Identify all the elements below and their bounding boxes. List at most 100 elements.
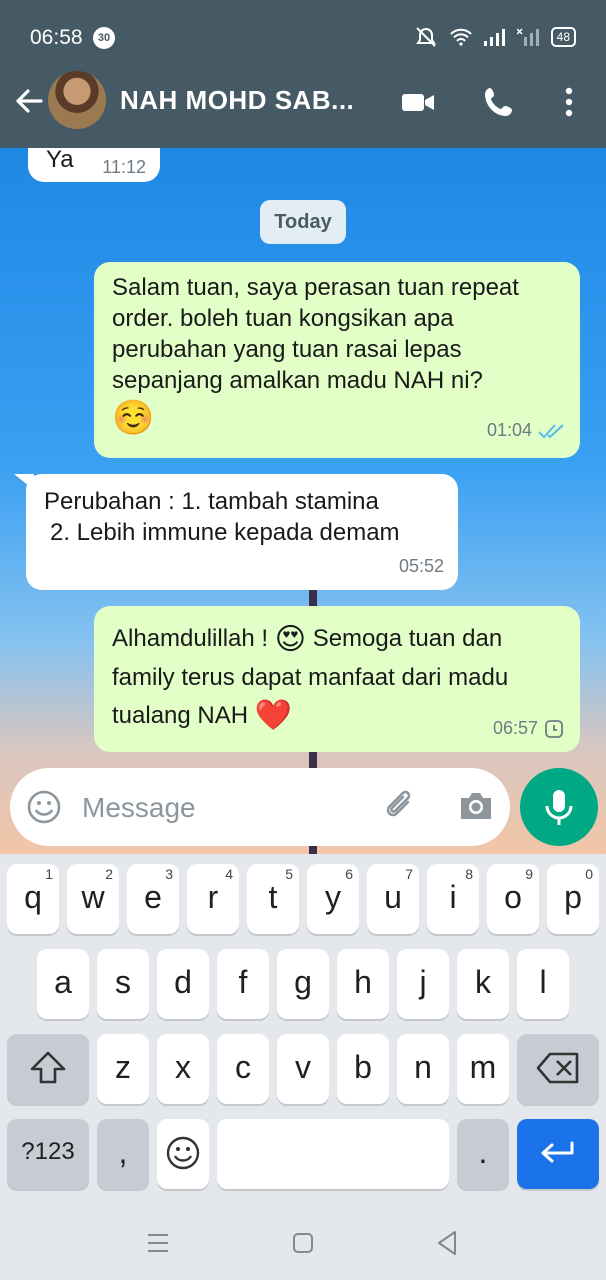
backspace-key[interactable]: [517, 1034, 599, 1104]
message-input[interactable]: Message: [82, 792, 196, 824]
smiling-emoji: ☺️: [112, 399, 155, 437]
more-options-icon[interactable]: [551, 84, 587, 120]
key-hint: 7: [405, 866, 413, 882]
mute-vibrate-icon: [415, 27, 436, 47]
message-bubble-incoming[interactable]: Ya 11:12: [28, 148, 160, 182]
key-hint: 3: [165, 866, 173, 882]
key-label: r: [207, 879, 219, 915]
space-key[interactable]: [217, 1119, 449, 1189]
key-w[interactable]: w2: [67, 864, 119, 934]
emoji-key[interactable]: [157, 1119, 209, 1189]
key-u[interactable]: u7: [367, 864, 419, 934]
recent-apps-icon[interactable]: [146, 1232, 170, 1254]
key-label: e: [144, 879, 162, 915]
top-bar: 06:58 30 48 NAH MOHD SAB...: [0, 0, 606, 148]
shift-icon: [30, 1051, 66, 1084]
message-line: Perubahan : 1. tambah stamina: [44, 488, 379, 515]
key-v[interactable]: v: [277, 1034, 329, 1104]
period-key[interactable]: .: [457, 1119, 509, 1189]
key-label: y: [325, 879, 341, 915]
notification-count-badge: 30: [93, 27, 115, 49]
enter-key[interactable]: [517, 1119, 599, 1189]
contact-name[interactable]: NAH MOHD SAB...: [120, 85, 354, 116]
key-label: o: [504, 879, 522, 915]
key-f[interactable]: f: [217, 949, 269, 1019]
camera-icon[interactable]: [457, 789, 495, 823]
key-n[interactable]: n: [397, 1034, 449, 1104]
message-text: Salam tuan, saya perasan tuan repeat ord…: [112, 274, 519, 394]
enter-arrow-icon: [541, 1141, 574, 1163]
key-o[interactable]: o9: [487, 864, 539, 934]
key-h[interactable]: h: [337, 949, 389, 1019]
key-y[interactable]: y6: [307, 864, 359, 934]
contact-avatar[interactable]: [48, 71, 106, 129]
key-t[interactable]: t5: [247, 864, 299, 934]
message-text: Perubahan : 1. tambah stamina 2. Lebih i…: [44, 486, 400, 548]
comma-key[interactable]: ,: [97, 1119, 149, 1189]
message-text: Ya: [46, 148, 74, 173]
voice-call-icon[interactable]: [481, 84, 517, 120]
key-c[interactable]: c: [217, 1034, 269, 1104]
backspace-icon: [536, 1052, 579, 1084]
signal-off-icon: [516, 28, 539, 46]
emoji-icon[interactable]: [26, 789, 62, 825]
day-divider: Today: [260, 200, 346, 244]
key-label: p: [564, 879, 582, 915]
key-hint: 1: [45, 866, 53, 882]
key-x[interactable]: x: [157, 1034, 209, 1104]
chat-area[interactable]: Ya 11:12 Today Salam tuan, saya perasan …: [0, 148, 606, 854]
key-b[interactable]: b: [337, 1034, 389, 1104]
signal-icon: [483, 29, 505, 46]
key-e[interactable]: e3: [127, 864, 179, 934]
microphone-icon: [545, 790, 573, 825]
key-hint: 9: [525, 866, 533, 882]
message-bubble-outgoing[interactable]: Alhamdulillah ! 😍 Semoga tuan dan family…: [94, 606, 580, 752]
key-p[interactable]: p0: [547, 864, 599, 934]
key-q[interactable]: q1: [7, 864, 59, 934]
message-bubble-outgoing[interactable]: Salam tuan, saya perasan tuan repeat ord…: [94, 262, 580, 458]
back-arrow-icon[interactable]: [12, 84, 46, 118]
emoji-icon: [166, 1136, 200, 1170]
key-j[interactable]: j: [397, 949, 449, 1019]
key-label: i: [449, 879, 457, 915]
key-i[interactable]: i8: [427, 864, 479, 934]
back-nav-icon[interactable]: [436, 1230, 458, 1256]
shift-key[interactable]: [7, 1034, 89, 1104]
keyboard: q1 w2 e3 r4 t5 y6 u7 i8 o9 p0 a s d f g …: [0, 854, 606, 1206]
key-label: u: [384, 879, 402, 915]
wifi-icon: [449, 28, 472, 46]
status-time: 06:58: [30, 26, 83, 49]
home-icon[interactable]: [292, 1232, 314, 1254]
key-hint: 5: [285, 866, 293, 882]
key-k[interactable]: k: [457, 949, 509, 1019]
key-hint: 4: [225, 866, 233, 882]
message-meta: 01:04: [487, 415, 566, 446]
key-hint: 6: [345, 866, 353, 882]
message-bubble-incoming[interactable]: Perubahan : 1. tambah stamina 2. Lebih i…: [14, 474, 458, 590]
key-d[interactable]: d: [157, 949, 209, 1019]
system-nav-bar: [0, 1206, 606, 1280]
key-z[interactable]: z: [97, 1034, 149, 1104]
battery-indicator: 48: [550, 27, 576, 47]
status-bar: 06:58 30 48: [0, 0, 606, 70]
key-g[interactable]: g: [277, 949, 329, 1019]
message-composer[interactable]: Message: [10, 768, 510, 846]
symbols-key[interactable]: ?123: [7, 1119, 89, 1189]
chat-header: NAH MOHD SAB...: [0, 70, 606, 148]
key-l[interactable]: l: [517, 949, 569, 1019]
message-time: 05:52: [398, 556, 444, 576]
attach-icon[interactable]: [382, 788, 420, 826]
heart-eyes-emoji: 😍: [274, 622, 307, 656]
voice-record-button[interactable]: [520, 768, 598, 846]
message-time: 11:12: [102, 157, 146, 177]
bubble-tail: [14, 474, 34, 490]
message-time: 01:04: [486, 420, 532, 440]
key-r[interactable]: r4: [187, 864, 239, 934]
system-icons: 48: [413, 26, 576, 48]
key-a[interactable]: a: [37, 949, 89, 1019]
key-m[interactable]: m: [457, 1034, 509, 1104]
key-s[interactable]: s: [97, 949, 149, 1019]
video-call-icon[interactable]: [400, 84, 436, 120]
key-label: q: [24, 879, 42, 915]
red-heart-emoji: ❤️: [254, 699, 293, 733]
